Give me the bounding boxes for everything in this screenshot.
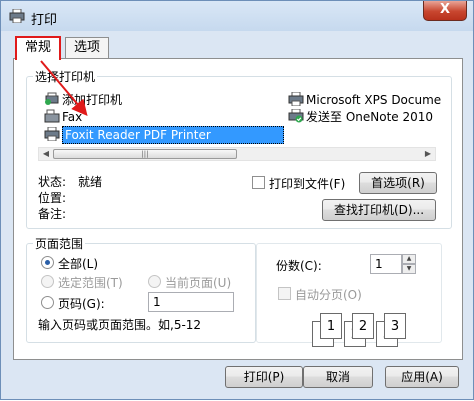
tab-general[interactable]: 常规 <box>15 36 62 60</box>
annotation-arrow-icon <box>40 60 88 117</box>
print-dialog: 打印 X 常规 选项 选择打印机 添加打印机 Fax Foxit Reader … <box>0 0 474 400</box>
